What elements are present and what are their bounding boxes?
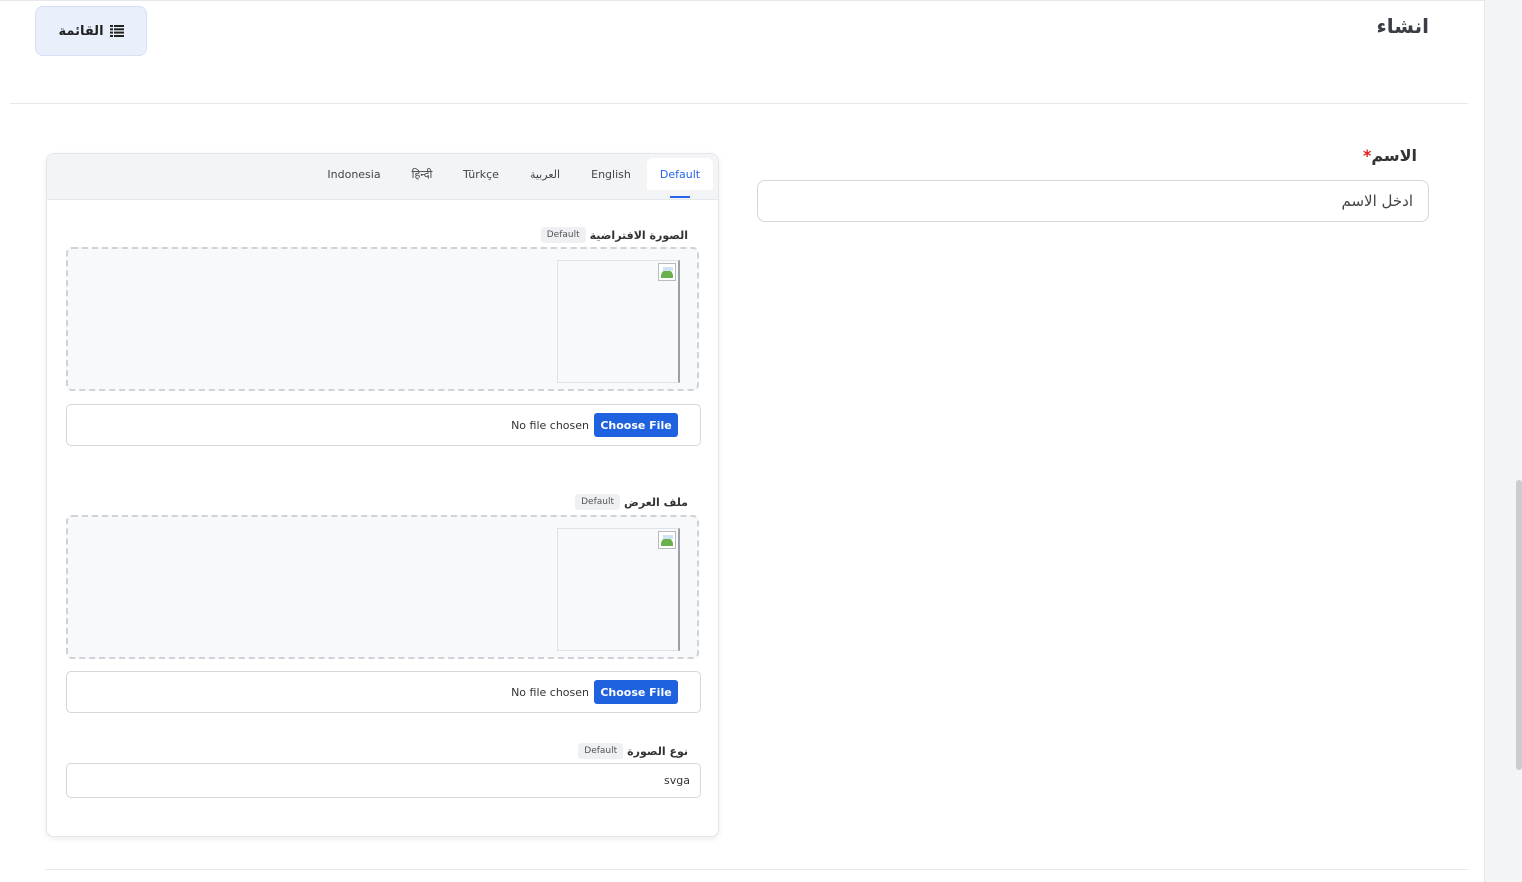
tab-default[interactable]: Default [647, 158, 713, 190]
broken-image-icon [658, 263, 676, 281]
name-label: الاسم* [1361, 146, 1417, 165]
display-file-choose-file-button[interactable]: Choose File [594, 680, 678, 704]
footer-divider [45, 869, 1468, 870]
scrollbar[interactable] [1484, 0, 1522, 882]
media-card: Default English العربية Türkçe हिन्दी In… [46, 153, 719, 837]
name-label-text: الاسم [1371, 146, 1417, 165]
tab-arabic[interactable]: العربية [519, 158, 571, 190]
display-file-label-text: ملف العرض [624, 495, 688, 509]
list-button-label: القائمة [58, 23, 104, 39]
default-image-dropzone[interactable] [66, 247, 699, 391]
default-image-label: الصورة الافتراضية Default [540, 227, 688, 243]
broken-image-icon [658, 531, 676, 549]
tab-hindi[interactable]: हिन्दी [397, 158, 447, 190]
default-image-preview [557, 260, 680, 383]
scrollbar-thumb[interactable] [1516, 480, 1522, 770]
top-divider [0, 0, 1484, 1]
default-image-badge: Default [540, 227, 586, 243]
display-file-badge: Default [575, 494, 621, 510]
display-file-file-input[interactable]: No file chosen Choose File [66, 671, 701, 713]
display-file-preview [557, 528, 680, 651]
display-file-file-status: No file chosen [511, 685, 589, 699]
list-icon [109, 25, 124, 37]
page-title: انشاء [1376, 14, 1429, 38]
language-tabs: Default English العربية Türkçe हिन्दी In… [47, 154, 718, 200]
default-image-label-text: الصورة الافتراضية [589, 228, 688, 242]
tab-indonesia[interactable]: Indonesia [321, 158, 387, 190]
tab-turkish[interactable]: Türkçe [455, 158, 507, 190]
name-input[interactable] [757, 180, 1429, 222]
default-image-file-input[interactable]: No file chosen Choose File [66, 404, 701, 446]
default-image-file-status: No file chosen [511, 418, 589, 432]
default-image-choose-file-button[interactable]: Choose File [594, 413, 678, 437]
display-file-dropzone[interactable] [66, 515, 699, 659]
list-button[interactable]: القائمة [35, 6, 147, 56]
image-type-badge: Default [578, 743, 624, 759]
display-file-label: ملف العرض Default [575, 494, 688, 510]
tab-english[interactable]: English [583, 158, 639, 190]
image-type-label-text: نوع الصورة [627, 744, 688, 758]
header-divider [10, 103, 1468, 104]
image-type-label: نوع الصورة Default [578, 743, 688, 759]
image-type-input[interactable] [66, 763, 701, 798]
